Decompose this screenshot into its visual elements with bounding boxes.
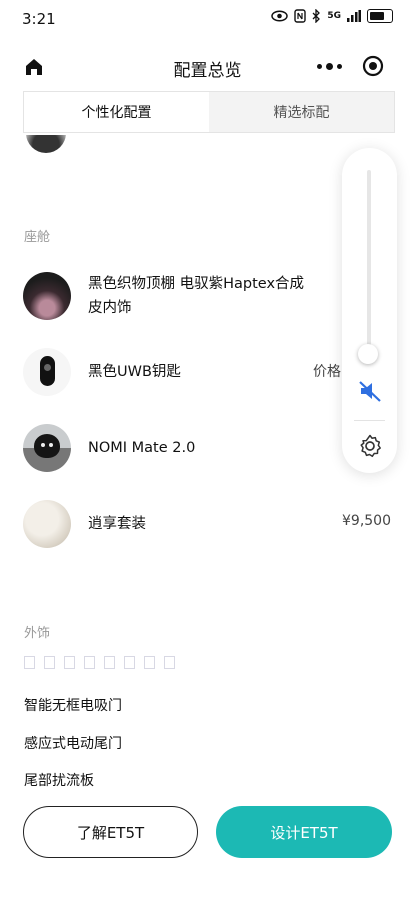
list-item: 智能无框电吸门 <box>24 698 122 714</box>
list-item: 尾部扰流板 <box>24 773 94 789</box>
design-et5t-button[interactable]: 设计ET5T <box>216 806 392 858</box>
tab-standard[interactable]: 精选标配 <box>209 92 394 132</box>
partial-thumbnail <box>26 135 66 155</box>
feature-strip <box>24 656 175 669</box>
divider <box>354 420 385 421</box>
config-tabs: 个性化配置 精选标配 <box>23 91 395 133</box>
item-label: 逍享套装 <box>88 516 146 532</box>
volume-slider-handle[interactable] <box>358 344 378 364</box>
floating-volume-panel <box>342 148 397 473</box>
list-item: 感应式电动尾门 <box>24 736 122 752</box>
item-thumbnail <box>23 500 71 548</box>
section-title-cabin: 座舱 <box>24 230 51 245</box>
list-item[interactable]: 逍享套装 ¥9,500 <box>23 500 393 550</box>
section-title-exterior: 外饰 <box>24 626 51 641</box>
eye-icon <box>271 10 289 22</box>
settings-gear-icon[interactable] <box>357 433 383 459</box>
target-icon[interactable] <box>351 49 395 83</box>
status-time: 3:21 <box>22 10 56 28</box>
volume-slider[interactable] <box>367 170 371 355</box>
list-item[interactable]: 黑色UWB钥匙 价格 <box>23 348 393 398</box>
tab-personalized[interactable]: 个性化配置 <box>24 92 209 132</box>
learn-et5t-button[interactable]: 了解ET5T <box>23 806 198 858</box>
signal-icon <box>347 10 361 22</box>
signal-label: 5G <box>327 11 341 21</box>
item-price: ¥9,500 <box>342 513 391 529</box>
mute-icon[interactable] <box>357 378 383 404</box>
bluetooth-icon <box>312 9 321 23</box>
item-thumbnail <box>23 424 71 472</box>
item-thumbnail <box>23 272 71 320</box>
battery-icon <box>367 9 393 23</box>
more-dots-icon[interactable] <box>307 49 351 83</box>
nfc-icon <box>294 9 307 23</box>
list-item[interactable]: 黑色织物顶棚 电驭紫Haptex合成 皮内饰 <box>23 272 393 322</box>
list-item[interactable]: NOMI Mate 2.0 <box>23 424 393 474</box>
status-bar: 3:21 5G <box>0 0 415 40</box>
nav-bar: 配置总览 <box>0 44 415 90</box>
item-label: 黑色织物顶棚 电驭紫Haptex合成 皮内饰 <box>88 276 305 316</box>
status-icons: 5G <box>271 9 393 23</box>
item-label: NOMI Mate 2.0 <box>88 440 196 456</box>
item-price: 价格 <box>313 364 341 380</box>
item-thumbnail <box>23 348 71 396</box>
item-label: 黑色UWB钥匙 <box>88 364 181 380</box>
mini-program-capsule <box>307 49 395 83</box>
